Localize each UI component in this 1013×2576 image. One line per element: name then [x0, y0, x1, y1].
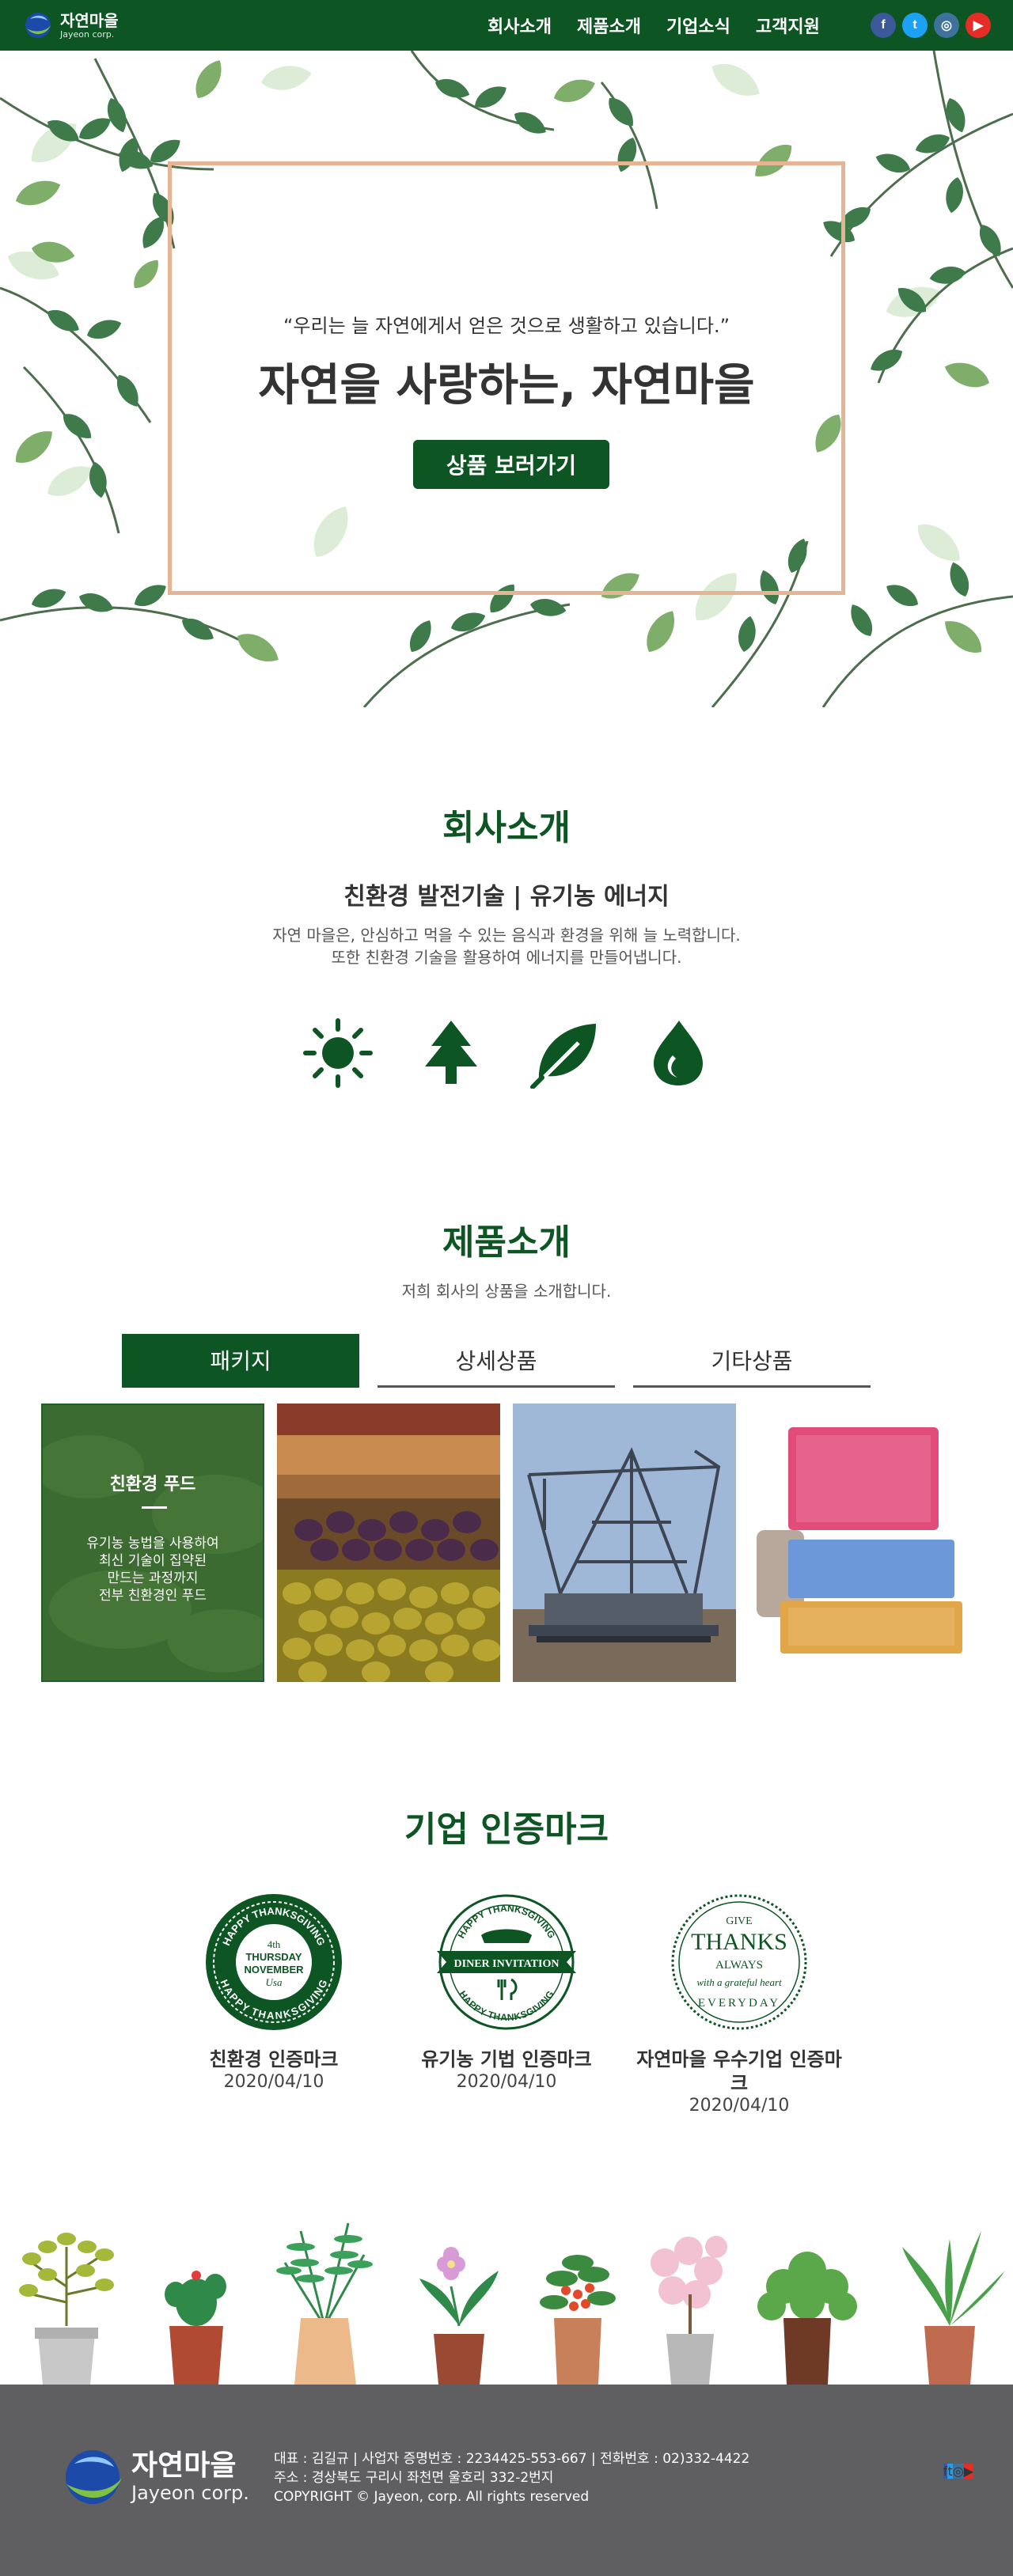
organic-cert-badge-icon: HAPPY THANKSGIVING DINER INVITATION HAPP…: [437, 1894, 576, 2030]
footer-logo-mark-icon: [66, 2450, 122, 2504]
site-footer: 자연마을 Jayeon corp. 대표 : 김길규 | 사업자 증명번호 : …: [0, 2385, 1013, 2576]
view-products-button[interactable]: 상품 보러가기: [413, 440, 609, 489]
youtube-icon[interactable]: ▶: [966, 13, 991, 38]
hero-title: 자연을 사랑하는, 자연마을: [258, 360, 755, 411]
badge3-line1: GIVE: [726, 1915, 752, 1927]
cert-date: 2020/04/10: [223, 2072, 324, 2092]
about-title: 회사소개: [442, 808, 571, 848]
eco-cert-badge-icon: HAPPY THANKSGIVING HAPPY THANKSGIVING 4t…: [206, 1894, 342, 2030]
tab-other-products[interactable]: 기타상품: [633, 1334, 871, 1388]
eco-food-overlay: 친환경 푸드 유기농 농법을 사용하여 최신 기술이 집약된 만드는 과정까지 …: [41, 1404, 264, 1682]
logo-subtitle: Jayeon corp.: [60, 28, 115, 40]
nav-item-products[interactable]: 제품소개: [577, 13, 641, 38]
product-cards: 친환경 푸드 유기농 농법을 사용하여 최신 기술이 집약된 만드는 과정까지 …: [41, 1404, 972, 1682]
cert-item: HAPPY THANKSGIVING HAPPY THANKSGIVING 4t…: [171, 1891, 377, 2128]
values-icons: [302, 1017, 714, 1089]
badge1-line2: THURSDAY: [245, 1951, 302, 1963]
cert-name: 자연마을 우수기업 인증마크: [636, 2048, 842, 2094]
footer-info-line2: 주소 : 경상북도 구리시 좌천면 울호리 332-2번지: [274, 2470, 554, 2486]
instagram-icon[interactable]: ◎: [952, 2464, 964, 2479]
badge3-line3: ALWAYS: [715, 1959, 763, 1972]
main-nav: 회사소개 제품소개 기업소식 고객지원: [488, 0, 845, 51]
leaf-icon: [529, 1024, 596, 1089]
footer-company-info: 대표 : 김길규 | 사업자 증명번호 : 2234425-553-667 | …: [274, 2449, 749, 2506]
cert-date: 2020/04/10: [689, 2096, 790, 2116]
certs-title: 기업 인증마크: [404, 1809, 609, 1850]
machinery-image: [513, 1404, 736, 1682]
footer-logo[interactable]: 자연마을 Jayeon corp.: [59, 2443, 249, 2511]
footer-logo-name: 자연마을: [131, 2449, 237, 2482]
card-text-line: 전부 친환경인 푸드: [99, 1588, 207, 1604]
product-card-olives[interactable]: [277, 1404, 500, 1682]
cert-item: HAPPY THANKSGIVING DINER INVITATION HAPP…: [404, 1891, 609, 2128]
about-desc-line2: 또한 친환경 기술을 활용하여 에너지를 만들어냅니다.: [331, 948, 682, 967]
nav-item-support[interactable]: 고객지원: [756, 13, 820, 38]
badge3-line4: with a grateful heart: [696, 1976, 782, 1988]
cert-date: 2020/04/10: [456, 2072, 557, 2092]
olives-image: [277, 1404, 500, 1682]
card-text-line: 최신 기술이 집약된: [99, 1553, 207, 1569]
card-text-line: 유기농 농법을 사용하여: [86, 1536, 219, 1551]
youtube-icon[interactable]: ▶: [963, 2464, 973, 2479]
badge1-line4: Usa: [266, 1976, 283, 1988]
sun-icon: [303, 1018, 373, 1088]
tab-detail-products[interactable]: 상세상품: [378, 1334, 615, 1388]
cert-name: 유기농 기법 인증마크: [421, 2048, 592, 2070]
badge1-line3: NOVEMBER: [244, 1964, 304, 1976]
soaps-image: [749, 1404, 972, 1682]
card-text-line: 만드는 과정까지: [107, 1570, 199, 1586]
card-text: 유기농 농법을 사용하여 최신 기술이 집약된 만드는 과정까지 전부 친환경인…: [43, 1535, 263, 1604]
badge3-line5: EVERYDAY: [698, 1997, 780, 2010]
badge3-line2: THANKS: [691, 1929, 787, 1955]
potted-plants-illustration: [19, 2222, 1005, 2385]
water-drop-icon: [653, 1021, 703, 1085]
hero-banner: “우리는 늘 자연에게서 얻은 것으로 생활하고 있습니다.” 자연을 사랑하는…: [0, 51, 1013, 707]
facebook-icon[interactable]: f: [871, 13, 896, 38]
footer-social: f t ◎ ▶: [943, 2464, 973, 2479]
logo[interactable]: 자연마을 Jayeon corp.: [22, 8, 119, 43]
card-divider: [142, 1506, 167, 1509]
nav-item-news[interactable]: 기업소식: [666, 13, 730, 38]
footer-info-line1: 대표 : 김길규 | 사업자 증명번호 : 2234425-553-667 | …: [274, 2451, 750, 2467]
twitter-icon[interactable]: t: [902, 13, 928, 38]
products-desc: 저희 회사의 상품을 소개합니다.: [401, 1282, 612, 1301]
about-desc-line1: 자연 마을은, 안심하고 먹을 수 있는 음식과 환경을 위해 늘 노력합니다.: [272, 926, 741, 945]
cert-item: GIVE THANKS ALWAYS with a grateful heart…: [636, 1891, 842, 2128]
card-title: 친환경 푸드: [109, 1475, 196, 1494]
excellence-cert-badge-icon: GIVE THANKS ALWAYS with a grateful heart…: [671, 1894, 807, 2030]
product-card-eco-food[interactable]: 친환경 푸드 유기농 농법을 사용하여 최신 기술이 집약된 만드는 과정까지 …: [41, 1404, 264, 1682]
products-title: 제품소개: [442, 1222, 571, 1263]
footer-copyright: COPYRIGHT © Jayeon, corp. All rights res…: [274, 2489, 590, 2505]
cert-list: HAPPY THANKSGIVING HAPPY THANKSGIVING 4t…: [171, 1891, 842, 2128]
badge2-ribbon: DINER INVITATION: [454, 1958, 560, 1970]
product-tabs: 패키지 상세상품 기타상품: [122, 1334, 871, 1388]
instagram-icon[interactable]: ◎: [934, 13, 959, 38]
hero-quote: “우리는 늘 자연에게서 얻은 것으로 생활하고 있습니다.”: [283, 315, 730, 337]
nav-item-company[interactable]: 회사소개: [488, 13, 552, 38]
badge1-line1: 4th: [267, 1938, 281, 1950]
logo-mark-icon: [25, 13, 51, 38]
product-card-soaps[interactable]: [749, 1404, 972, 1682]
product-card-machinery[interactable]: [513, 1404, 736, 1682]
cert-name: 친환경 인증마크: [209, 2048, 339, 2070]
tree-icon: [425, 1021, 478, 1084]
tab-package[interactable]: 패키지: [122, 1334, 359, 1388]
logo-name: 자연마을: [60, 10, 119, 30]
header-social: f t ◎ ▶: [864, 13, 991, 38]
about-subtitle: 친환경 발전기술 | 유기농 에너지: [343, 883, 670, 911]
footer-logo-subtitle: Jayeon corp.: [131, 2482, 249, 2504]
site-header: 자연마을 Jayeon corp. 회사소개 제품소개 기업소식 고객지원 f …: [0, 0, 1013, 51]
